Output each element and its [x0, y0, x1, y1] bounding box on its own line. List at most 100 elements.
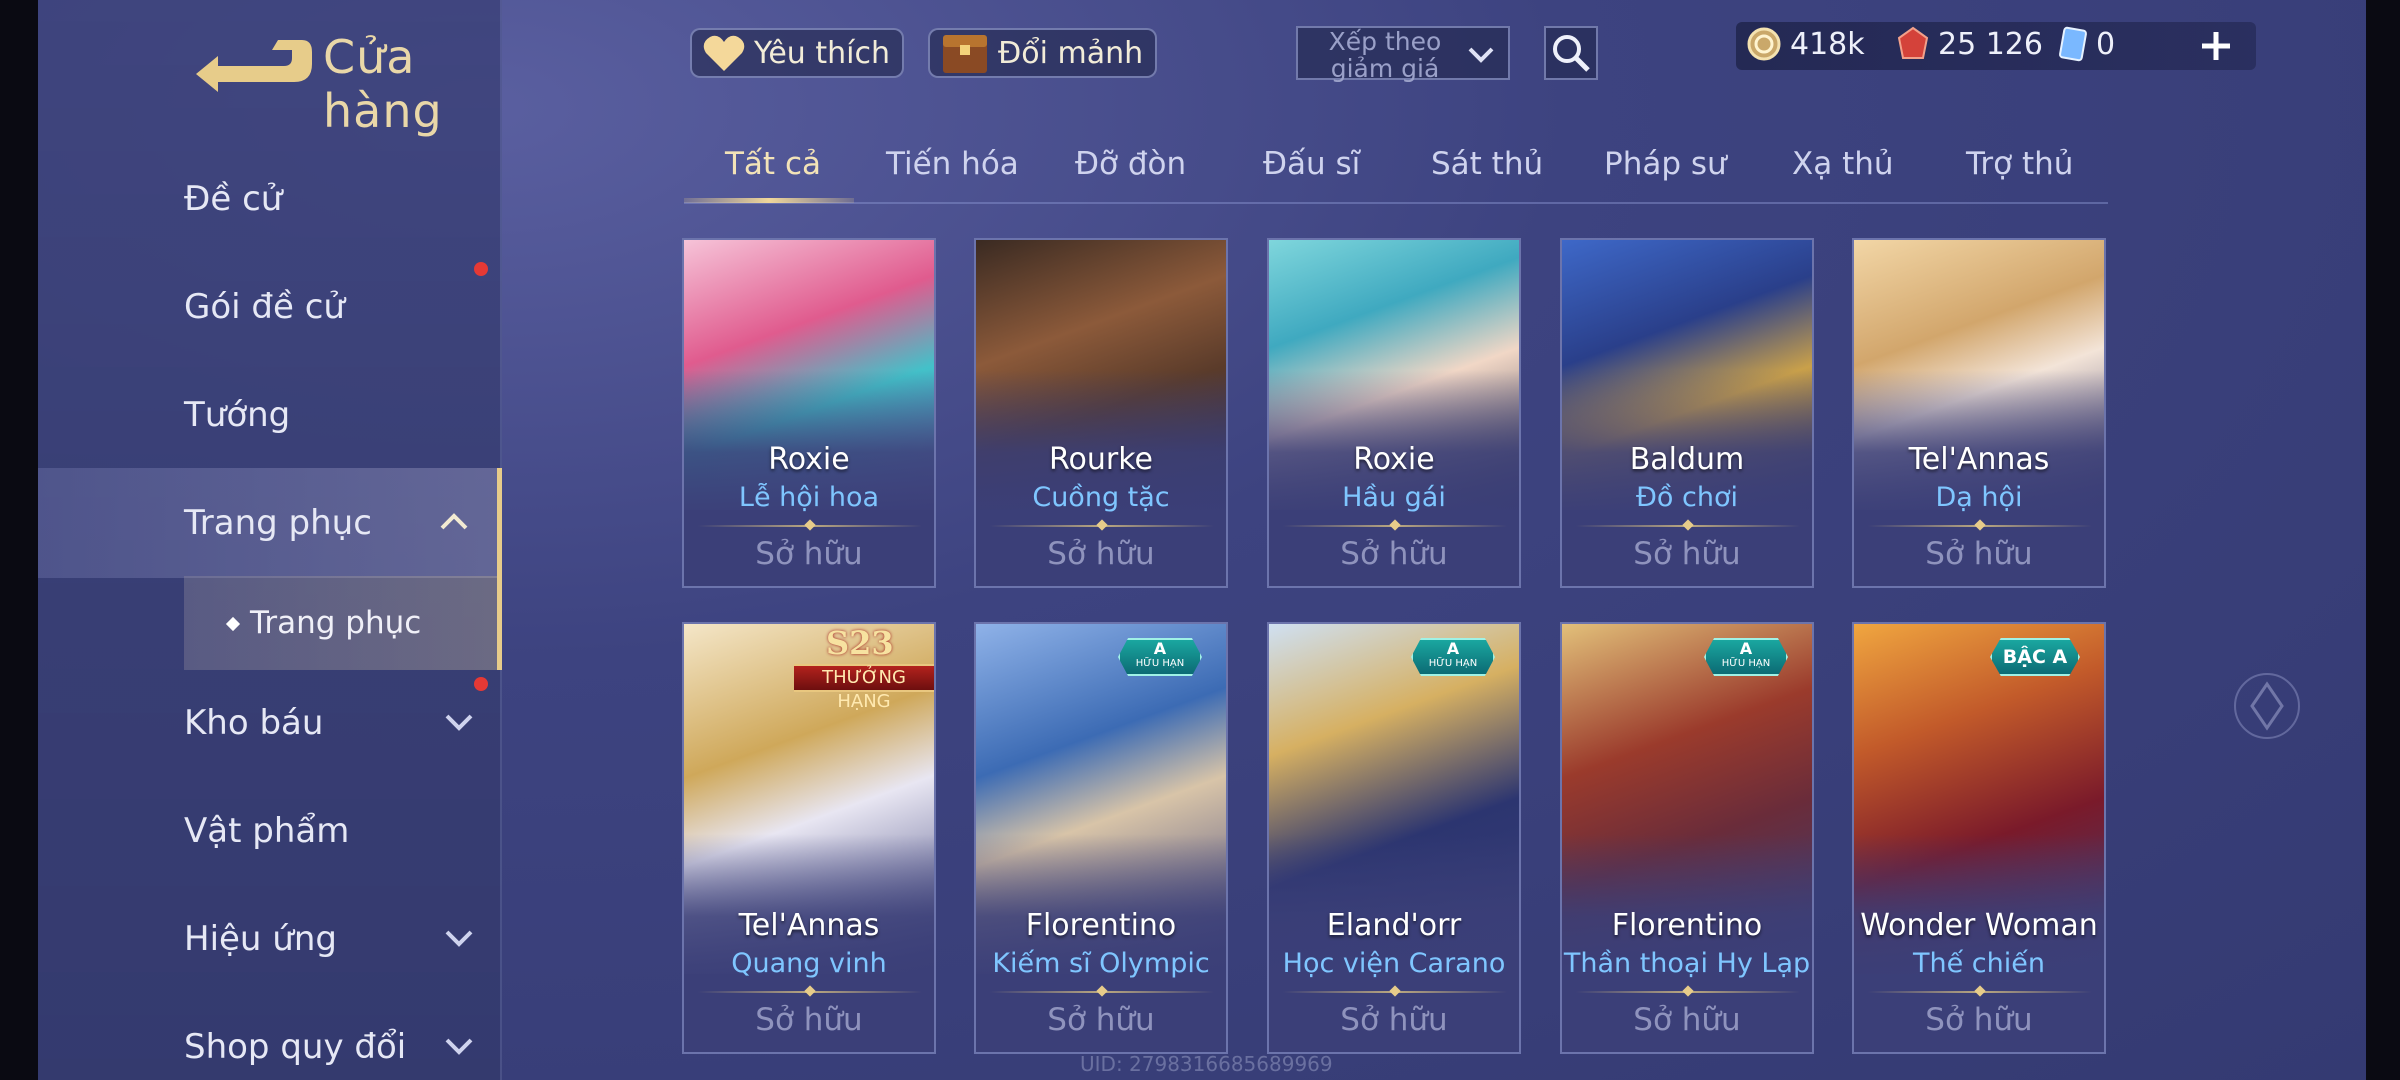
skin-card[interactable]: A HỮU HẠN Florentino Thần thoại Hy Lạp S… — [1560, 622, 1814, 1054]
tier-note: HỮU HẠN — [1135, 658, 1185, 669]
ownership-status: Sở hữu — [1047, 536, 1155, 572]
sidebar-item-label: Kho báu — [184, 703, 324, 743]
favorites-button[interactable]: Yêu thích — [690, 28, 904, 78]
tier-note: HỮU HẠN — [1721, 658, 1771, 669]
hero-name: Roxie — [1353, 442, 1435, 477]
sidebar-item-exchange-shop[interactable]: Shop quy đổi — [38, 992, 502, 1080]
category-tabs: Tất cả Tiến hóa Đỡ đòn Đấu sĩ Sát thủ Ph… — [684, 140, 2108, 204]
gold-coin-icon — [1747, 27, 1781, 61]
divider-gem-icon — [1682, 985, 1694, 997]
skin-card[interactable]: Baldum Đồ chơi Sở hữu — [1560, 238, 1814, 588]
currency-bar: 418k 25 126 0 — [1736, 22, 2256, 70]
sidebar-item-items[interactable]: Vật phẩm — [38, 776, 502, 886]
plus-icon[interactable] — [2198, 28, 2234, 64]
skin-name: Dạ hội — [1935, 482, 2023, 513]
skin-name: Cuồng tặc — [1032, 482, 1170, 513]
sidebar-item-effects[interactable]: Hiệu ứng — [38, 884, 502, 994]
back-button[interactable] — [188, 34, 318, 94]
divider-gem-icon — [1974, 519, 1986, 531]
tab-tank[interactable]: Đỡ đòn — [1075, 146, 1186, 182]
skin-name: Thế chiến — [1913, 948, 2045, 979]
hero-name: Wonder Woman — [1860, 908, 2098, 943]
user-id: UID: 2798316685689969 — [1080, 1052, 1333, 1076]
tab-fighter[interactable]: Đấu sĩ — [1263, 146, 1360, 182]
voucher-amount: 25 126 — [1938, 26, 2043, 62]
back-arrow-icon — [196, 40, 312, 92]
diamond-bullet-icon — [225, 616, 241, 632]
sidebar-item-label: Tướng — [184, 395, 291, 435]
card-amount: 0 — [2096, 26, 2116, 62]
sidebar-item-recommended-packs[interactable]: Gói đề cử — [38, 252, 502, 362]
sidebar-item-recommended[interactable]: Đề cử — [38, 144, 502, 254]
sidebar-item-treasure[interactable]: Kho báu — [38, 668, 502, 778]
ownership-status: Sở hữu — [1340, 1002, 1448, 1038]
ownership-status: Sở hữu — [755, 1002, 863, 1038]
skin-card[interactable]: Roxie Hầu gái Sở hữu — [1267, 238, 1521, 588]
search-button[interactable] — [1544, 26, 1598, 80]
tab-evolution[interactable]: Tiến hóa — [886, 146, 1019, 182]
chest-icon — [943, 35, 987, 73]
tab-mage[interactable]: Pháp sư — [1604, 146, 1727, 182]
tier-letter: A — [1739, 639, 1753, 658]
sidebar-item-skins[interactable]: Trang phục — [38, 468, 502, 578]
skin-card[interactable]: BẬC A Wonder Woman Thế chiến Sở hữu — [1852, 622, 2106, 1054]
tab-all[interactable]: Tất cả — [725, 146, 821, 182]
hero-name: Florentino — [1611, 908, 1763, 943]
tab-assassin[interactable]: Sát thủ — [1431, 146, 1543, 182]
heart-icon — [703, 35, 745, 71]
exchange-shards-button[interactable]: Đổi mảnh — [928, 28, 1158, 78]
ownership-status: Sở hữu — [1633, 1002, 1741, 1038]
sidebar-item-label: Trang phục — [184, 503, 372, 543]
chevron-down-icon — [445, 714, 473, 731]
hero-name: Eland'orr — [1326, 908, 1462, 943]
divider-gem-icon — [1974, 985, 1986, 997]
favorites-label: Yêu thích — [754, 35, 890, 71]
chevron-up-icon — [440, 513, 468, 530]
voucher-balance: 25 126 — [1896, 26, 2043, 62]
card-balance: 0 — [2058, 26, 2115, 62]
exchange-shards-label: Đổi mảnh — [998, 35, 1144, 71]
skin-card[interactable]: A HỮU HẠN Florentino Kiếm sĩ Olympic Sở … — [974, 622, 1228, 1054]
tier-letter: A — [1446, 639, 1460, 658]
chevron-down-icon — [1468, 47, 1494, 63]
skin-card[interactable]: A HỮU HẠN Eland'orr Học viện Carano Sở h… — [1267, 622, 1521, 1054]
skin-name: Hầu gái — [1342, 482, 1446, 513]
sort-dropdown[interactable]: Xếp theo giảm giá — [1296, 26, 1510, 82]
tier-letter: A — [1153, 639, 1167, 658]
skin-card[interactable]: Rourke Cuồng tặc Sở hữu — [974, 238, 1228, 588]
sidebar-subitem-skins[interactable]: Trang phục — [184, 576, 502, 670]
skin-card[interactable]: Roxie Lễ hội hoa Sở hữu — [682, 238, 936, 588]
skin-name: Đồ chơi — [1635, 482, 1738, 513]
tab-marksman[interactable]: Xạ thủ — [1792, 146, 1894, 182]
divider-gem-icon — [1389, 519, 1401, 531]
tier-note: HỮU HẠN — [1428, 658, 1478, 669]
sidebar-item-label: Đề cử — [184, 179, 283, 219]
sidebar-subitem-label: Trang phục — [250, 605, 422, 641]
sidebar-item-label: Hiệu ứng — [184, 919, 337, 959]
sidebar-item-label: Vật phẩm — [184, 811, 350, 851]
active-tab-indicator — [684, 198, 854, 203]
skin-card[interactable]: Tel'Annas Dạ hội Sở hữu — [1852, 238, 2106, 588]
divider-gem-icon — [804, 519, 816, 531]
tier-badge: BẬC A — [1990, 638, 2080, 676]
skin-name: Lễ hội hoa — [738, 482, 880, 513]
float-diamond-icon[interactable] — [2232, 670, 2302, 742]
ownership-status: Sở hữu — [755, 536, 863, 572]
sidebar: Cửa hàng Đề cử Gói đề cử Tướng Trang phụ… — [38, 0, 502, 1080]
season-number: S23 — [826, 624, 894, 662]
hero-name: Rourke — [1049, 442, 1153, 477]
notification-dot — [474, 262, 488, 276]
tab-support[interactable]: Trợ thủ — [1966, 146, 2073, 182]
skin-name: Quang vinh — [731, 948, 887, 979]
ownership-status: Sở hữu — [1047, 1002, 1155, 1038]
voucher-icon — [1897, 26, 1929, 59]
divider-gem-icon — [1682, 519, 1694, 531]
card-icon — [2059, 26, 2087, 62]
ownership-status: Sở hữu — [1633, 536, 1741, 572]
limited-tier-badge: A HỮU HẠN — [1411, 638, 1495, 676]
season-reward-badge: S23 THƯỞNG HẠNG — [794, 624, 934, 712]
chevron-down-icon — [445, 930, 473, 947]
notification-dot — [474, 677, 488, 691]
sidebar-item-heroes[interactable]: Tướng — [38, 360, 502, 470]
skin-card[interactable]: S23 THƯỞNG HẠNG Tel'Annas Quang vinh Sở … — [682, 622, 936, 1054]
